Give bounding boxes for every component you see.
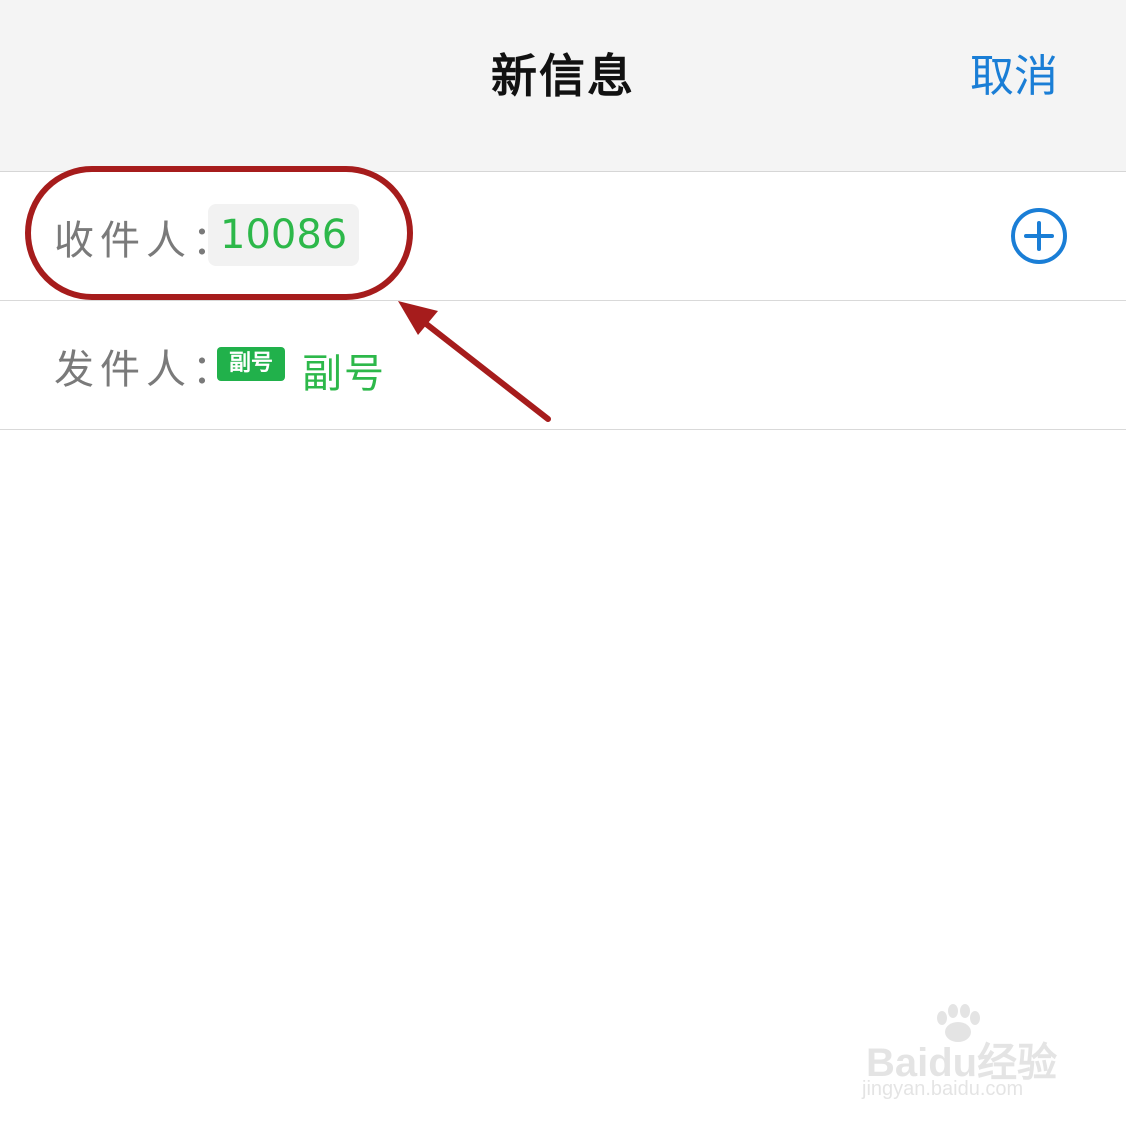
secondary-number-badge: 副号: [217, 347, 285, 381]
sender-label: 发件人：: [54, 347, 238, 393]
sender-name[interactable]: 副号: [302, 341, 386, 399]
plus-circle-icon[interactable]: [1010, 207, 1068, 265]
navigation-bar: 新信息 取消: [0, 0, 1126, 172]
watermark-url: jingyan.baidu.com: [862, 1078, 1024, 1100]
recipient-chip[interactable]: 10086: [208, 204, 360, 266]
sender-row[interactable]: 发件人： 副号 副号: [0, 301, 1126, 430]
recipient-row[interactable]: 收件人： 10086: [0, 172, 1126, 301]
cancel-button[interactable]: 取消: [970, 40, 1058, 104]
page-title: 新信息: [491, 49, 635, 103]
baidu-watermark: Baidu经验 jingyan.baidu.com: [862, 1004, 1072, 1104]
